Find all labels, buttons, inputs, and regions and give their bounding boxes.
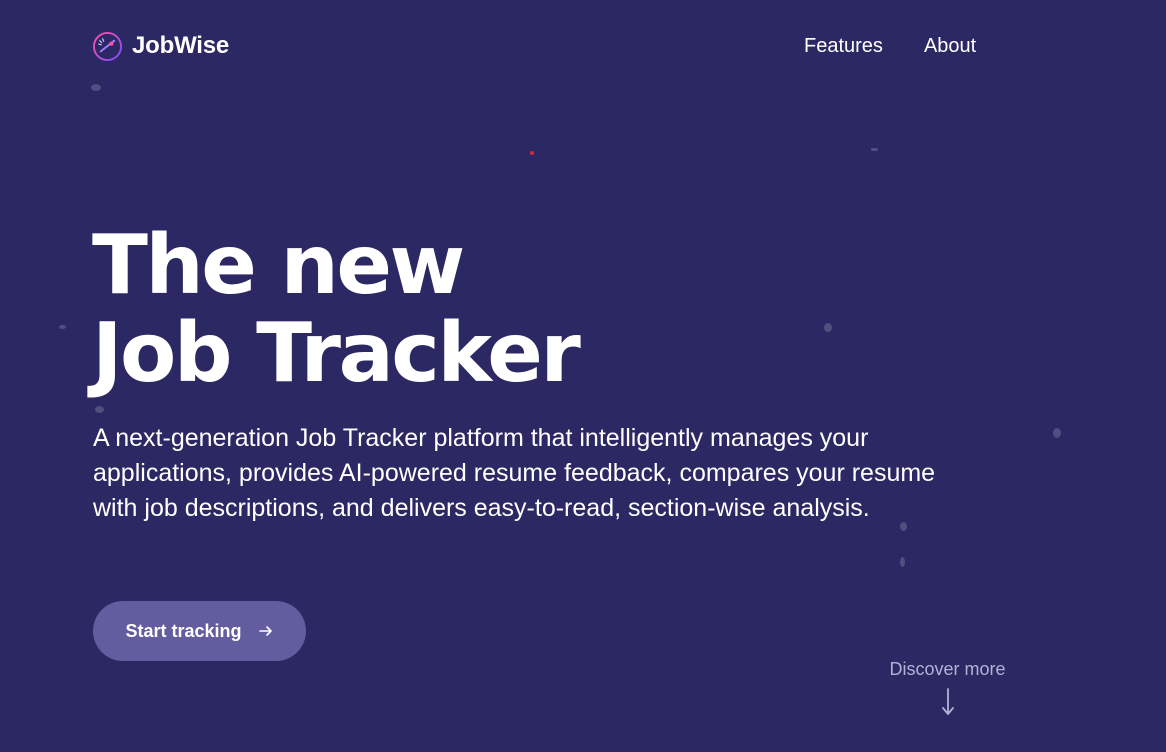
arrow-down-icon xyxy=(941,688,954,715)
decorative-dot xyxy=(530,151,534,155)
hero-title-line-1: The new xyxy=(92,218,465,313)
start-tracking-label: Start tracking xyxy=(125,620,242,641)
hero-description: A next-generation Job Tracker platform t… xyxy=(93,424,936,522)
decorative-dot xyxy=(824,323,832,332)
start-tracking-button[interactable]: Start tracking xyxy=(93,601,306,661)
compass-logo-icon xyxy=(92,31,123,61)
decorative-dot xyxy=(91,84,101,91)
nav-link-features[interactable]: Features xyxy=(804,33,883,59)
hero-title: The new Job Tracker xyxy=(92,218,581,401)
discover-more-label: Discover more xyxy=(889,659,1006,679)
decorative-dot xyxy=(59,325,66,329)
arrow-right-icon xyxy=(258,626,272,636)
decorative-dot xyxy=(95,406,104,413)
brand-name: JobWise xyxy=(132,32,230,59)
site-header: JobWise Features About xyxy=(0,0,1166,92)
hero-title-line-2: Job Tracker xyxy=(92,306,581,401)
brand-logo-link[interactable]: JobWise xyxy=(92,30,229,62)
main-nav: Features About xyxy=(804,33,976,59)
decorative-dot xyxy=(1053,428,1061,438)
decorative-dot xyxy=(900,557,905,567)
nav-link-about[interactable]: About xyxy=(924,33,976,59)
discover-more-link[interactable]: Discover more xyxy=(880,657,1015,717)
decorative-dot xyxy=(871,148,878,151)
